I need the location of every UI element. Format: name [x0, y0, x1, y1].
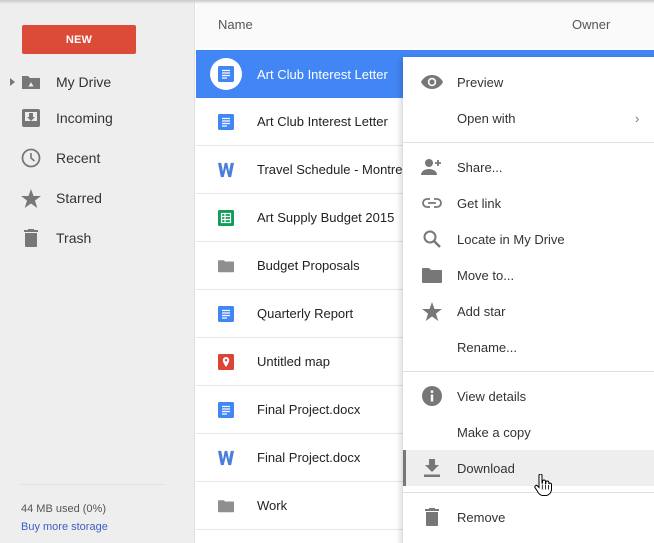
add-person-icon	[421, 156, 443, 178]
menu-item-open-with[interactable]: Open with ›	[403, 100, 654, 136]
file-name: Art Club Interest Letter	[257, 114, 388, 129]
column-header-name[interactable]: Name	[218, 17, 253, 32]
menu-item-label: Rename...	[457, 339, 517, 355]
menu-item-label: Preview	[457, 74, 504, 90]
doc-icon	[218, 401, 234, 418]
doc-icon	[210, 58, 242, 90]
drive-folder-icon	[21, 72, 41, 92]
trash-icon	[421, 506, 443, 528]
sidebar-item-my-drive[interactable]: My Drive	[0, 64, 195, 100]
file-name: Final Project.docx	[257, 402, 361, 417]
sidebar-item-incoming[interactable]: Incoming	[0, 100, 195, 136]
file-name: Quarterly Report	[257, 306, 354, 321]
star-icon	[421, 300, 443, 322]
sidebar-item-label: Starred	[56, 190, 102, 206]
sidebar-item-trash[interactable]: Trash	[0, 220, 195, 256]
trash-icon	[21, 228, 41, 248]
map-icon	[218, 353, 234, 370]
clock-icon	[21, 148, 41, 168]
storage-used: 44 MB used (0%)	[21, 503, 106, 515]
folder-icon	[218, 498, 234, 514]
word-icon	[218, 162, 234, 178]
menu-item-label: Move to...	[457, 267, 515, 283]
menu-item-label: Make a copy	[457, 424, 531, 440]
file-name: Untitled map	[257, 354, 330, 369]
link-icon	[421, 192, 443, 214]
doc-icon	[218, 305, 234, 322]
new-button[interactable]: NEW	[22, 25, 136, 54]
menu-item-rename[interactable]: Rename...	[403, 329, 654, 365]
info-icon	[421, 385, 443, 407]
file-name: Final Project.docx	[257, 450, 361, 465]
hand-cursor-icon	[534, 473, 552, 499]
storage-divider	[21, 484, 165, 485]
menu-item-preview[interactable]: Preview	[403, 64, 654, 100]
menu-divider	[403, 142, 654, 143]
menu-item-locate[interactable]: Locate in My Drive	[403, 221, 654, 257]
file-list-header: Name Owner	[196, 0, 654, 48]
menu-item-label: Open with	[457, 110, 516, 126]
folder-icon	[218, 258, 234, 274]
eye-icon	[421, 71, 443, 93]
folder-icon	[421, 264, 443, 286]
sidebar-item-label: Trash	[56, 230, 92, 246]
menu-item-label: Locate in My Drive	[457, 231, 565, 247]
incoming-icon	[21, 108, 41, 128]
column-header-owner[interactable]: Owner	[572, 17, 610, 32]
menu-item-make-copy[interactable]: Make a copy	[403, 414, 654, 450]
context-menu: Preview Open with › Share... Get link Lo…	[403, 57, 654, 543]
sidebar-item-starred[interactable]: Starred	[0, 180, 195, 216]
menu-divider	[403, 492, 654, 493]
menu-item-label: Get link	[457, 195, 502, 211]
file-name: Art Club Interest Letter	[257, 66, 388, 82]
menu-item-share[interactable]: Share...	[403, 149, 654, 185]
file-name: Budget Proposals	[257, 258, 360, 273]
file-name: Art Supply Budget 2015	[257, 210, 395, 225]
top-shadow	[0, 0, 654, 4]
expand-arrow-icon[interactable]	[10, 78, 15, 86]
menu-item-label: View details	[457, 388, 527, 404]
buy-storage-link[interactable]: Buy more storage	[21, 521, 108, 533]
menu-divider	[403, 371, 654, 372]
sidebar-item-label: Recent	[56, 150, 101, 166]
menu-item-view-details[interactable]: View details	[403, 378, 654, 414]
menu-item-label: Remove	[457, 509, 506, 525]
menu-item-label: Share...	[457, 159, 503, 175]
word-icon	[218, 450, 234, 466]
sidebar-item-label: My Drive	[56, 74, 112, 90]
sidebar: NEW My Drive Incoming Recent Starred Tra…	[0, 0, 195, 543]
sidebar-item-recent[interactable]: Recent	[0, 140, 195, 176]
menu-item-add-star[interactable]: Add star	[403, 293, 654, 329]
menu-item-remove[interactable]: Remove	[403, 499, 654, 535]
menu-item-download[interactable]: Download	[403, 450, 654, 486]
sidebar-item-label: Incoming	[56, 110, 113, 126]
menu-item-move-to[interactable]: Move to...	[403, 257, 654, 293]
search-icon	[421, 228, 443, 250]
sheet-icon	[218, 209, 234, 226]
file-name: Travel Schedule - Montre	[257, 162, 403, 177]
menu-item-label: Download	[457, 460, 515, 476]
chevron-right-icon: ›	[635, 110, 640, 126]
menu-item-get-link[interactable]: Get link	[403, 185, 654, 221]
download-icon	[421, 457, 443, 479]
file-name: Work	[257, 498, 288, 513]
star-icon	[21, 188, 41, 208]
doc-icon	[218, 113, 234, 130]
menu-item-label: Add star	[457, 303, 506, 319]
